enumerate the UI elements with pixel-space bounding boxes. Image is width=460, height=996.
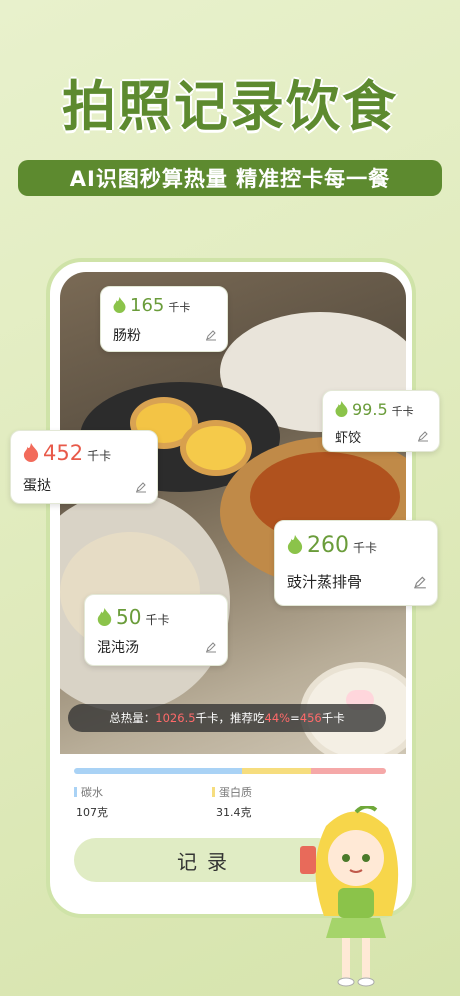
summary-eq: = [290,711,300,725]
macro-segment-carb [74,768,243,774]
kcal-value: 260 [307,533,349,558]
edit-icon[interactable] [205,329,217,341]
protein-marker-icon [212,787,215,797]
flame-icon [97,608,112,626]
food-card-changfen[interactable]: 165 千卡 肠粉 [100,286,228,352]
macro-label-protein: 蛋白质 [212,784,252,800]
food-name: 豉汁蒸排骨 [287,573,363,591]
summary-suffix: 千卡 [321,711,345,725]
kcal-unit: 千卡 [87,449,112,463]
macro-label-carb: 碳水 [74,784,103,800]
food-card-paigu[interactable]: 260 千卡 豉汁蒸排骨 [274,520,438,606]
headline: 拍照记录饮食 [62,75,398,138]
flame-icon [335,401,348,417]
carb-marker-icon [74,787,77,797]
kcal-value: 165 [130,295,165,316]
total-calorie-summary: 总热量： 1026.5 千卡，推荐吃 44% = 456 千卡 [68,704,386,732]
macro-value-protein: 31.4克 [216,806,252,819]
food-card-danta[interactable]: 452 千卡 蛋挞 [10,430,158,504]
edit-icon[interactable] [135,481,147,493]
edit-icon[interactable] [413,575,427,589]
summary-prefix: 总热量： [109,711,156,725]
food-name: 蛋挞 [23,478,51,494]
flame-icon [287,535,303,554]
summary-percent: 44% [264,711,291,725]
macro-segment-protein [242,768,312,774]
food-card-xiajiao[interactable]: 99.5 千卡 虾饺 [322,390,440,452]
kcal-value: 452 [43,441,84,465]
summary-mid: 千卡，推荐吃 [195,711,265,725]
subtitle-banner: AI识图秒算热量 精准控卡每一餐 [18,160,442,196]
kcal-unit: 千卡 [145,613,170,627]
flame-icon [23,443,39,462]
kcal-value: 50 [116,605,142,629]
kcal-unit: 千卡 [391,405,414,418]
food-card-huntun[interactable]: 50 千卡 混沌汤 [84,594,228,666]
macro-value-carb: 107克 [76,806,108,819]
edit-icon[interactable] [417,430,429,442]
macro-segment-fat [311,768,386,774]
food-name: 混沌汤 [97,640,139,656]
summary-recommended: 456 [299,711,322,725]
edit-icon[interactable] [205,641,217,653]
kcal-unit: 千卡 [353,541,378,555]
summary-total: 1026.5 [155,711,196,725]
macro-ratio-bar [74,768,386,774]
kcal-unit: 千卡 [168,301,191,314]
flame-icon [113,297,126,313]
kcal-value: 99.5 [352,400,388,419]
food-name: 肠粉 [113,328,141,344]
mascot-character-icon [300,806,399,987]
food-name: 虾饺 [335,431,362,446]
